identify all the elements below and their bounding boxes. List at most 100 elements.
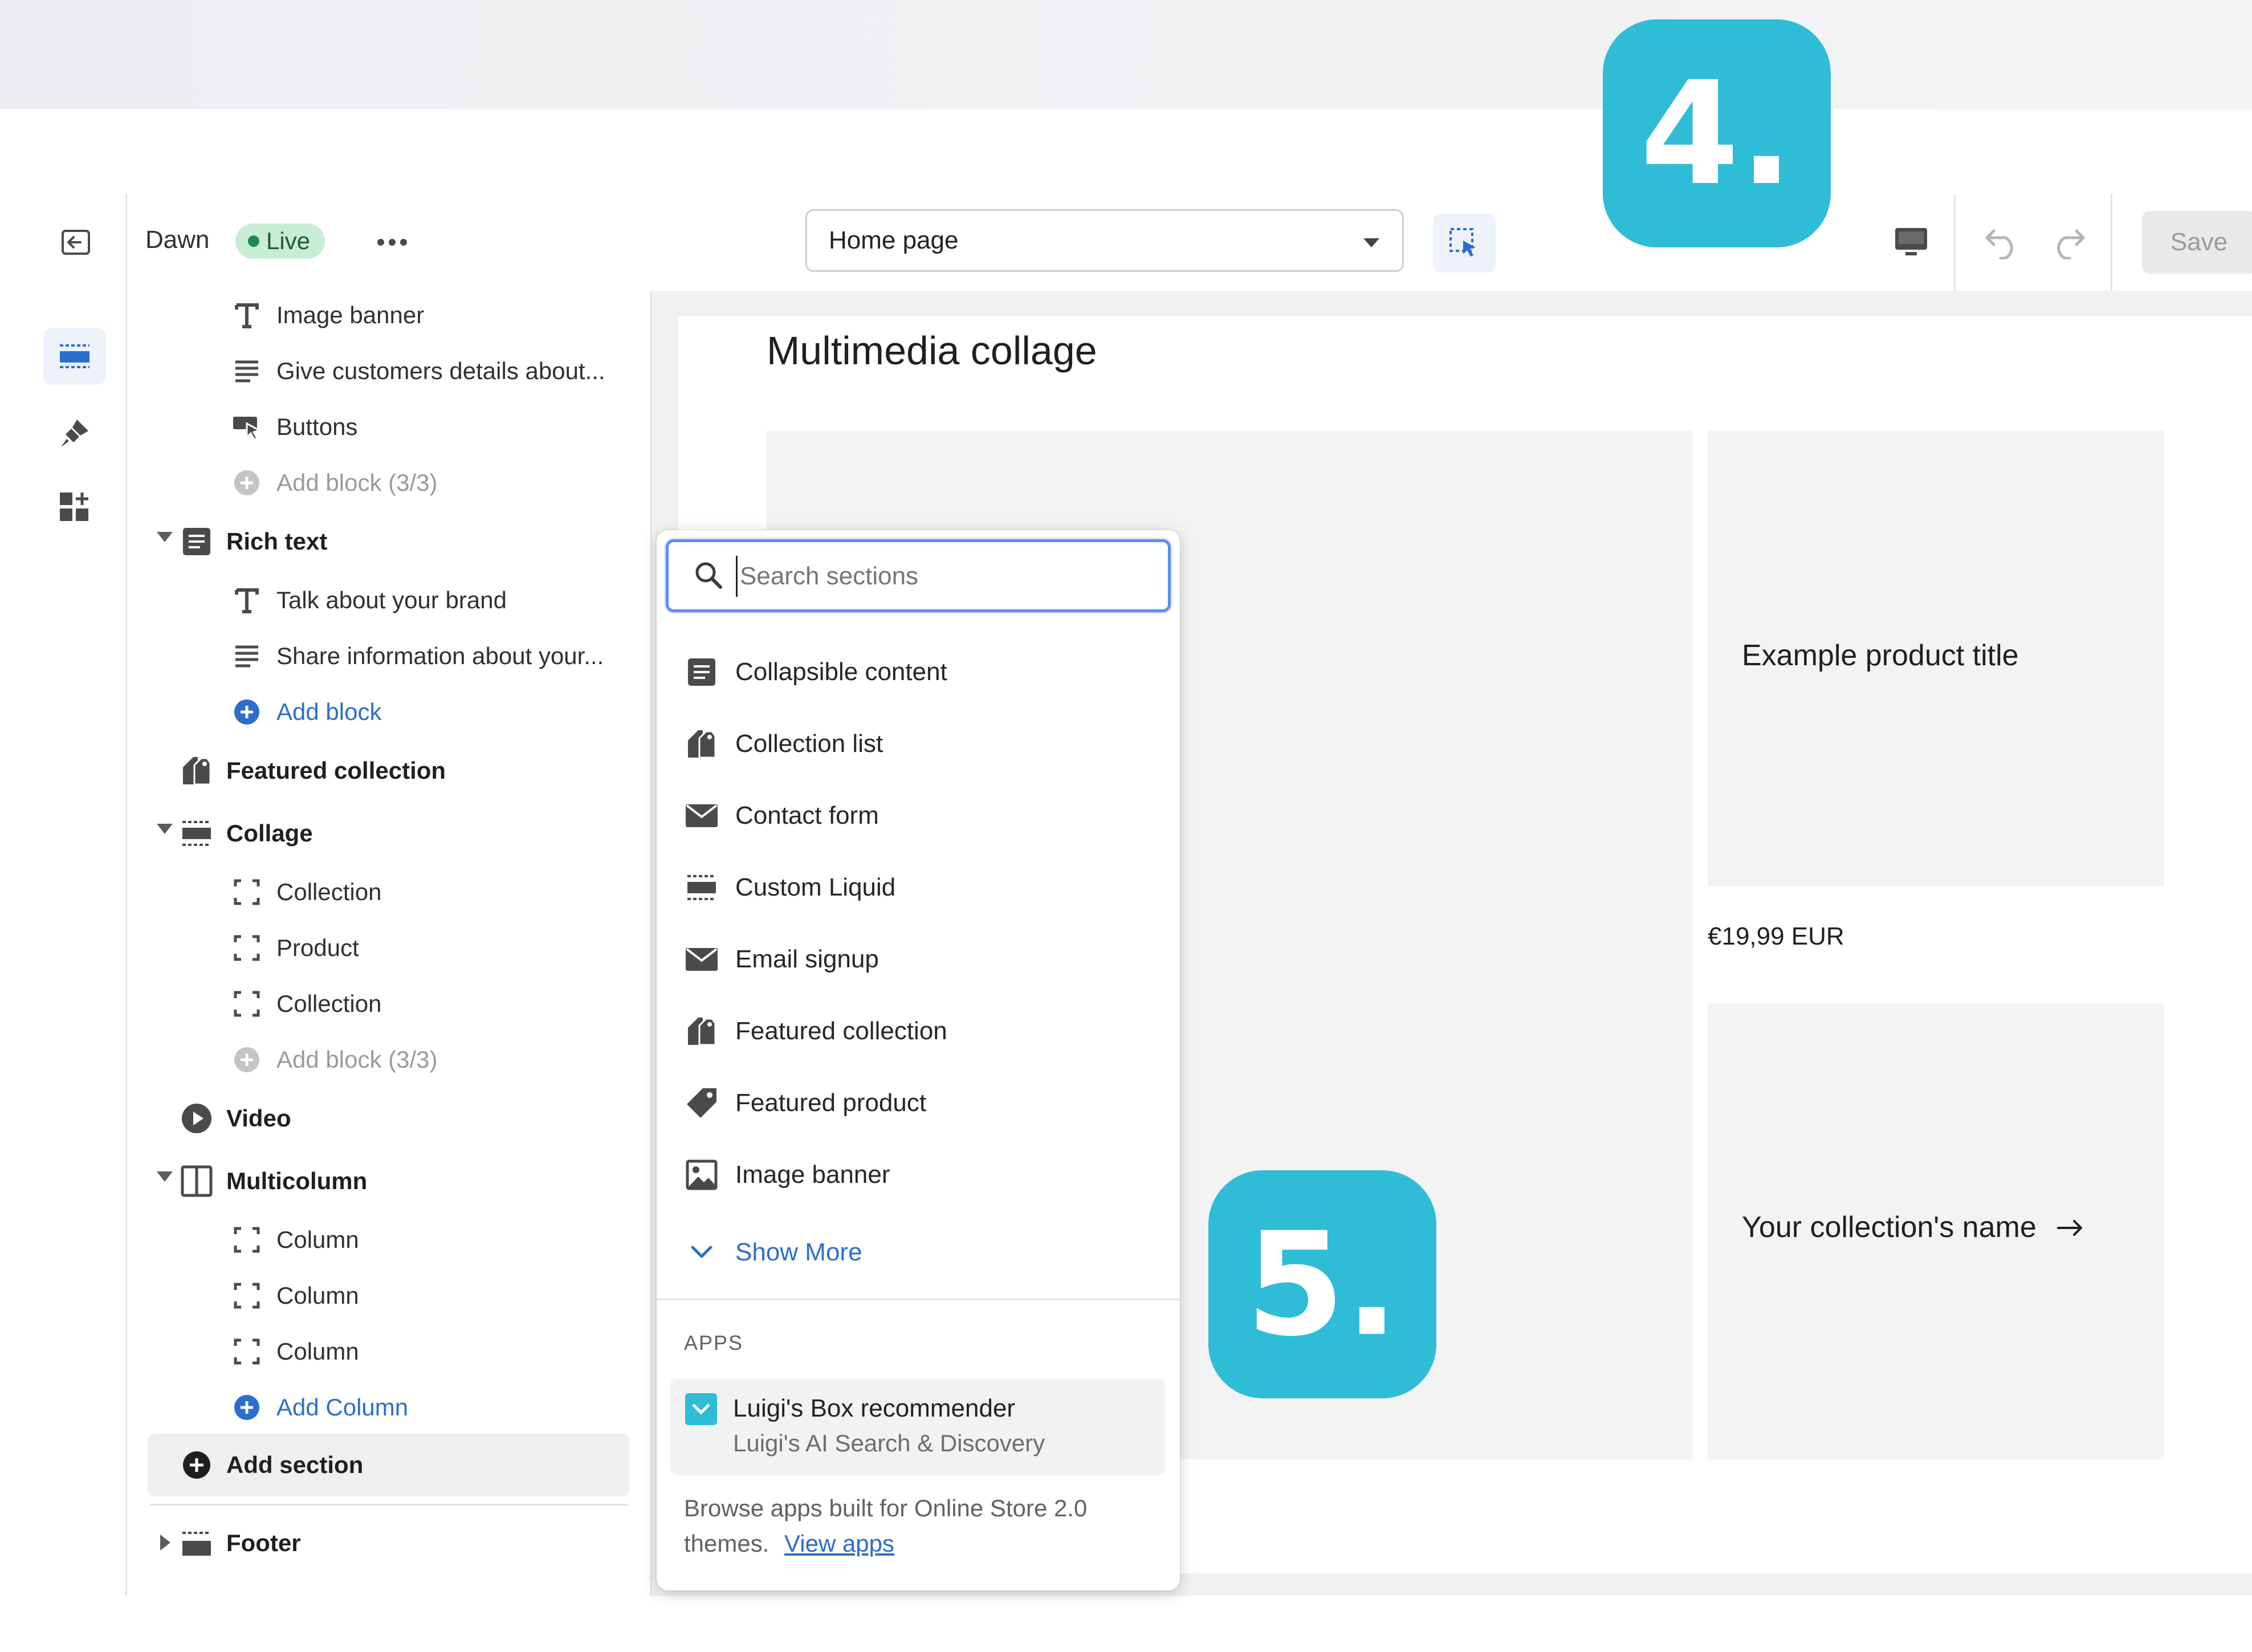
theme-name: Dawn [145, 226, 210, 254]
popup-item-contact-form[interactable]: Contact form [684, 790, 879, 841]
sections-icon[interactable] [43, 328, 106, 385]
popup-item-label: Collection list [735, 730, 883, 758]
show-more-button[interactable]: Show More [684, 1227, 862, 1278]
add-circle-icon [230, 1390, 264, 1425]
popup-item-featured-product[interactable]: Featured product [684, 1077, 926, 1129]
desktop-preview-icon[interactable] [1886, 217, 1937, 268]
search-sections-input[interactable] [736, 556, 1151, 597]
collapse-caret-icon[interactable] [157, 1171, 173, 1182]
apps-icon[interactable] [43, 479, 106, 536]
arrow-right-icon [2056, 1210, 2083, 1244]
sidebar-item-label: Multicolumn [226, 1167, 368, 1194]
block-multicolumn-column-3[interactable]: Column [230, 1329, 359, 1374]
sidebar-item-label: Featured collection [226, 757, 446, 784]
sidebar-item-label: Video [226, 1105, 291, 1132]
block-collage-collection-2[interactable]: Collection [230, 981, 381, 1027]
section-footer[interactable]: Footer [180, 1520, 301, 1566]
popup-item-email-signup[interactable]: Email signup [684, 934, 879, 985]
popup-item-collapsible-content[interactable]: Collapsible content [684, 646, 947, 698]
sidebar-item-label: Collage [226, 820, 313, 847]
block-multicolumn-column-1[interactable]: Column [230, 1217, 359, 1263]
inspector-select-icon[interactable] [1433, 213, 1496, 272]
more-options-icon[interactable] [369, 219, 415, 265]
add-block-rich-text[interactable]: Add block [230, 689, 381, 735]
block-frame-icon [230, 931, 264, 965]
sidebar-item-label: Add Column [276, 1394, 409, 1421]
popup-item-image-banner[interactable]: Image banner [684, 1149, 890, 1201]
section-rich-text[interactable]: Rich text [180, 519, 327, 564]
block-rich-text-heading[interactable]: Talk about your brand [230, 577, 507, 623]
add-section-popup: Collapsible content Collection list Cont… [657, 530, 1180, 1590]
popup-item-label: Featured collection [735, 1017, 947, 1045]
screenshot-backdrop [0, 0, 2252, 109]
block-frame-icon [230, 987, 264, 1021]
popup-item-custom-liquid[interactable]: Custom Liquid [684, 862, 895, 913]
add-block-collage: Add block (3/3) [230, 1037, 437, 1083]
section-collage[interactable]: Collage [180, 811, 313, 856]
theme-settings-brush-icon[interactable] [43, 405, 106, 462]
status-badge-label: Live [266, 227, 311, 254]
button-cursor-icon [230, 410, 264, 444]
collapse-caret-icon[interactable] [157, 532, 173, 542]
columns-icon [180, 1164, 214, 1198]
sidebar-item-label: Share information about your... [276, 642, 604, 669]
sidebar-item-label: Talk about your brand [276, 587, 507, 613]
luigis-box-logo-icon [685, 1393, 717, 1425]
block-image-banner-text[interactable]: Give customers details about... [230, 348, 605, 394]
page-selector[interactable]: Home page [805, 209, 1404, 272]
block-collage-collection-1[interactable]: Collection [230, 869, 381, 915]
sidebar-item-label: Give customers details about... [276, 357, 605, 384]
sidebar-item-label: Column [276, 1338, 359, 1365]
undo-icon[interactable] [1977, 217, 2028, 268]
layout-section-icon [684, 870, 719, 905]
popup-item-label: Contact form [735, 801, 879, 829]
block-image-banner-heading[interactable]: Image banner [230, 292, 424, 338]
sidebar-item-label: Footer [226, 1529, 301, 1556]
section-featured-collection[interactable]: Featured collection [180, 748, 446, 794]
popup-item-featured-collection[interactable]: Featured collection [684, 1006, 947, 1057]
sidebar-item-label: Image banner [276, 302, 425, 328]
block-collage-product[interactable]: Product [230, 925, 359, 971]
block-frame-icon [230, 1279, 264, 1313]
popup-item-collection-list[interactable]: Collection list [684, 718, 883, 770]
add-block-image-banner: Add block (3/3) [230, 460, 437, 506]
collapse-caret-icon[interactable] [157, 824, 173, 834]
block-multicolumn-column-2[interactable]: Column [230, 1273, 359, 1319]
chevron-down-icon [1363, 238, 1379, 247]
expand-caret-icon[interactable] [160, 1535, 170, 1551]
sidebar-item-label: Column [276, 1282, 359, 1309]
block-rich-text-text[interactable]: Share information about your... [230, 633, 604, 679]
live-dot-icon [248, 235, 259, 247]
section-sidebar: Image banner Give customers details abou… [127, 291, 652, 1596]
step-5-label: 5. [1245, 1201, 1399, 1368]
paragraph-icon [230, 639, 264, 673]
block-frame-icon [230, 1334, 264, 1369]
section-multicolumn[interactable]: Multicolumn [180, 1158, 367, 1204]
layout-section-icon [180, 1526, 214, 1560]
sidebar-item-label: Add block (3/3) [276, 469, 438, 496]
paragraph-icon [230, 354, 264, 388]
sidebar-item-label: Rich text [226, 528, 328, 555]
app-block-luigis-box[interactable]: Luigi's Box recommender Luigi's AI Searc… [670, 1378, 1165, 1475]
add-section-label-row[interactable]: Add section [180, 1442, 363, 1488]
sidebar-item-label: Product [276, 934, 359, 961]
search-sections-field[interactable] [666, 539, 1171, 612]
exit-icon[interactable] [50, 217, 101, 268]
popup-item-label: Image banner [735, 1161, 890, 1189]
redo-icon[interactable] [2042, 217, 2094, 268]
section-video[interactable]: Video [180, 1096, 291, 1141]
add-circle-icon [230, 1043, 264, 1077]
layout-section-icon [180, 816, 214, 851]
app-subtitle: Luigi's AI Search & Discovery [733, 1430, 1045, 1456]
image-icon [684, 1157, 719, 1193]
add-column-button[interactable]: Add Column [230, 1385, 408, 1430]
sidebar-item-label: Buttons [276, 413, 358, 440]
block-image-banner-buttons[interactable]: Buttons [230, 404, 357, 450]
collection-name-link[interactable]: Your collection's name [1742, 1210, 2083, 1244]
sidebar-item-label: Add block [276, 698, 382, 725]
save-button[interactable]: Save [2142, 211, 2252, 274]
sidebar-item-label: Collection [276, 990, 382, 1017]
view-apps-link[interactable]: View apps [782, 1526, 895, 1561]
popup-item-label: Custom Liquid [735, 873, 896, 901]
product-title[interactable]: Example product title [1742, 638, 2019, 673]
